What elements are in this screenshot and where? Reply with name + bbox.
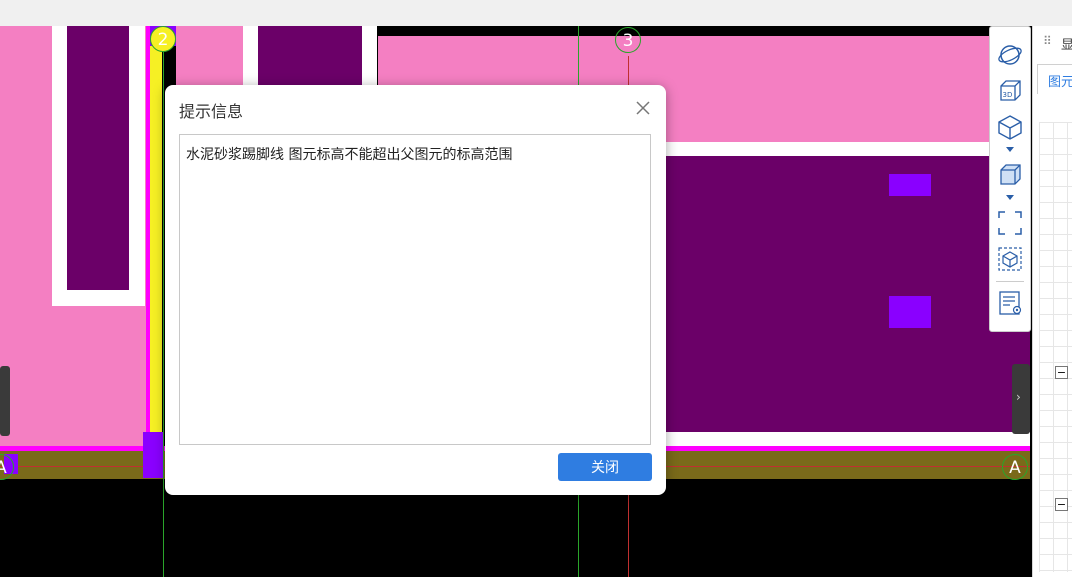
left-panel-toggle[interactable]	[0, 366, 10, 436]
opening-marker	[889, 296, 931, 328]
properties-view-icon[interactable]	[995, 289, 1025, 317]
message-box[interactable]: 水泥砂浆踢脚线 图元标高不能超出父图元的标高范围	[179, 134, 651, 445]
box-view-icon[interactable]	[995, 161, 1025, 189]
select-3d-icon[interactable]	[995, 245, 1025, 273]
orbit-icon[interactable]	[995, 41, 1025, 69]
panel-header: 显	[1061, 38, 1072, 53]
collapse-icon[interactable]: −	[1055, 366, 1068, 379]
column-region	[67, 26, 129, 290]
close-icon[interactable]	[634, 99, 652, 117]
opening-marker	[889, 174, 931, 196]
close-button[interactable]: 关闭	[558, 453, 652, 481]
toolbar-divider	[996, 281, 1024, 282]
column-strip	[150, 46, 162, 446]
axis-bubble-a-right: A	[1002, 454, 1028, 480]
dialog-title: 提示信息	[179, 102, 244, 121]
chevron-down-icon[interactable]	[1006, 195, 1014, 200]
3d-view-icon[interactable]: 3D	[995, 77, 1025, 105]
slab-column	[258, 26, 362, 86]
chevron-down-icon[interactable]	[1006, 147, 1014, 152]
view-toolbar: 3D	[989, 26, 1031, 332]
column-base	[143, 432, 163, 478]
axis-bubble-2: 2	[150, 26, 176, 52]
top-bar	[0, 0, 1072, 26]
grid-line-2	[163, 26, 164, 577]
chevron-right-icon: ›	[1016, 390, 1021, 404]
tab-elements[interactable]: 图元	[1037, 64, 1072, 94]
fit-view-icon[interactable]	[995, 209, 1025, 237]
message-text: 水泥砂浆踢脚线 图元标高不能超出父图元的标高范围	[186, 147, 513, 163]
properties-panel: ⠿ 显 图元 − −	[1032, 26, 1072, 577]
axis-bubble-3: 3	[615, 27, 641, 53]
drag-handle-icon[interactable]: ⠿	[1043, 34, 1052, 48]
3d-label: 3D	[1003, 91, 1013, 99]
tab-label: 图元	[1048, 75, 1072, 90]
collapse-icon[interactable]: −	[1055, 498, 1068, 511]
info-dialog: 提示信息 水泥砂浆踢脚线 图元标高不能超出父图元的标高范围 关闭	[165, 85, 666, 495]
iso-cube-icon[interactable]	[995, 113, 1025, 141]
right-panel-toggle[interactable]: ›	[1012, 364, 1030, 434]
